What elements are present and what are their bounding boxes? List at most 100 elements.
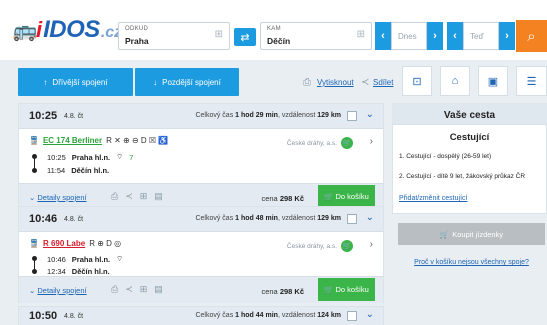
station-icon: ⌂: [451, 75, 459, 87]
map-pin-icon[interactable]: ⊞: [215, 29, 223, 40]
cart-icon: 🛒: [324, 285, 334, 294]
date-value: Dnes: [398, 31, 417, 41]
arrow-down-icon: ↓: [153, 77, 158, 87]
train-name-link[interactable]: EC 174 Berliner: [43, 136, 102, 145]
chevron-right-icon[interactable]: ›: [370, 136, 373, 147]
cart-icon: 🛒: [324, 192, 334, 201]
train-icon: 🚆: [29, 239, 39, 248]
arrow-up-icon: ↑: [43, 77, 48, 87]
train-line: 🚆 EC 174 Berliner R ✕ ⊕ ⊖ D ☒ ♿: [29, 136, 168, 145]
travelers-heading: Cestující: [449, 132, 490, 143]
chevron-left-icon: ‹: [381, 30, 385, 42]
share-icon[interactable]: ≺: [125, 284, 133, 295]
connection-card[interactable]: 10:46 4.8. čt Celkový čas 1 hod 48 min, …: [18, 206, 384, 303]
swap-button[interactable]: ⇄: [234, 28, 256, 46]
travelers-box: Cestující 1. Cestující - dospělý (26-59 …: [392, 124, 547, 214]
idos-logo[interactable]: 🚌 i IDOS .cz: [12, 15, 123, 45]
search-button[interactable]: ⌕: [516, 20, 547, 52]
dep-station: Praha hl.n.: [71, 152, 111, 162]
carrier-name: České dráhy, a.s.: [286, 139, 337, 147]
to-field[interactable]: KAM Děčín ⊞: [260, 22, 372, 50]
train-icon: 🚆: [29, 136, 39, 145]
share-link[interactable]: Sdílet: [373, 78, 393, 87]
dep-time: 10:46: [47, 254, 66, 264]
connection-header[interactable]: 10:25 4.8. čt Celkový čas 1 hod 29 min, …: [19, 104, 383, 129]
chevron-right-icon: ›: [433, 30, 437, 42]
compare-checkbox[interactable]: [347, 311, 357, 321]
cart-question-link[interactable]: Proč v košíku nejsou všechny spoje?: [398, 259, 545, 266]
wifi-icon: ⌔: [116, 152, 124, 161]
time-field[interactable]: Teď: [463, 22, 499, 50]
time-prev-button[interactable]: ‹: [447, 22, 463, 50]
connection-header[interactable]: 10:50 4.8. čt Celkový čas 1 hod 44 min, …: [19, 307, 383, 325]
timetable-button[interactable]: ⌂: [440, 66, 470, 96]
earlier-connections-button[interactable]: ↑ Dřívější spojení: [18, 68, 133, 96]
departure-stop: 10:46 Praha hl.n. ⌔: [47, 254, 123, 264]
ticket-icon[interactable]: ▤: [154, 191, 163, 202]
connection-date: 4.8. čt: [64, 313, 84, 320]
earlier-label: Dřívější spojení: [52, 77, 108, 87]
carrier: České dráhy, a.s. 🛒: [287, 240, 353, 252]
arrival-dot: [32, 168, 37, 173]
details-link[interactable]: ⌄ Detaily spojení: [29, 286, 87, 295]
departure-time: 10:46: [29, 213, 58, 225]
price: cena 298 Kč: [261, 194, 304, 203]
map-pin-icon[interactable]: ⊞: [357, 29, 365, 40]
chevron-down-icon[interactable]: ⌄: [366, 109, 374, 120]
to-label: KAM: [267, 26, 281, 32]
compare-checkbox[interactable]: [347, 214, 357, 224]
chevron-right-icon[interactable]: ›: [370, 239, 373, 250]
later-connections-button[interactable]: ↓ Pozdější spojení: [135, 68, 239, 96]
train-name-link[interactable]: R 690 Labe: [43, 239, 85, 248]
chevron-left-icon: ‹: [453, 30, 457, 42]
dep-time: 10:25: [47, 152, 66, 162]
toolbar: ↑ Dřívější spojení ↓ Pozdější spojení ⎙ …: [0, 60, 547, 100]
to-value[interactable]: Děčín: [267, 36, 290, 46]
buy-tickets-button[interactable]: 🛒 Koupit jízdenky: [398, 223, 545, 245]
add-to-cart-button[interactable]: 🛒 Do košíku: [318, 185, 375, 208]
arrival-stop: 12:34 Děčín hl.n.: [47, 267, 110, 276]
printer-icon[interactable]: ⎙: [111, 284, 118, 295]
price-button[interactable]: ▣: [478, 66, 508, 96]
from-label: ODKUD: [125, 26, 149, 32]
map-view-button[interactable]: ⊡: [402, 66, 432, 96]
menu-button[interactable]: ☰: [516, 66, 547, 96]
share-icon[interactable]: ≺: [125, 191, 133, 202]
chevron-right-icon: ›: [505, 30, 509, 42]
connection-card[interactable]: 10:50 4.8. čt Celkový čas 1 hod 44 min, …: [18, 306, 384, 325]
print-link[interactable]: Vytisknout: [317, 78, 354, 87]
edit-travelers-link[interactable]: Přidat/změnit cestující: [399, 195, 467, 202]
arr-station: Děčín hl.n.: [71, 166, 110, 175]
chevron-down-icon[interactable]: ⌄: [366, 309, 374, 320]
from-field[interactable]: ODKUD Praha ⊞: [118, 22, 230, 50]
printer-icon[interactable]: ⎙: [111, 191, 118, 202]
connection-date: 4.8. čt: [64, 113, 84, 120]
buy-label: Koupit jízdenky: [452, 229, 504, 239]
arrival-stop: 11:54 Děčín hl.n.: [47, 166, 109, 175]
connection-header[interactable]: 10:46 4.8. čt Celkový čas 1 hod 48 min, …: [19, 207, 383, 232]
cart-label: Do košíku: [335, 285, 369, 294]
traveler-1: 1. Cestující - dospělý (26-59 let): [399, 153, 492, 160]
date-field[interactable]: Dnes: [391, 22, 427, 50]
from-value[interactable]: Praha: [125, 36, 149, 46]
bus-logo-icon: 🚌: [12, 19, 38, 42]
add-to-cart-button[interactable]: 🛒 Do košíku: [318, 278, 375, 301]
printer-icon[interactable]: ⎙: [303, 77, 311, 88]
date-prev-button[interactable]: ‹: [375, 22, 391, 50]
connection-summary: Celkový čas 1 hod 29 min, vzdálenost 129…: [195, 112, 341, 119]
train-line: 🚆 R 690 Labe R ⊕ D ◎: [29, 239, 121, 248]
departure-time: 10:25: [29, 110, 58, 122]
chevron-down-icon[interactable]: ⌄: [366, 212, 374, 223]
time-next-button[interactable]: ›: [499, 22, 515, 50]
compare-checkbox[interactable]: [347, 111, 357, 121]
ticket-icon[interactable]: ▤: [154, 284, 163, 295]
connection-actions: ⎙ ≺ ⊞ ▤: [111, 284, 163, 295]
connection-date: 4.8. čt: [64, 216, 84, 223]
map-icon[interactable]: ⊞: [140, 191, 148, 202]
date-next-button[interactable]: ›: [427, 22, 443, 50]
details-link[interactable]: ⌄ Detaily spojení: [29, 193, 87, 202]
arr-station: Děčín hl.n.: [71, 267, 110, 276]
map-icon[interactable]: ⊞: [140, 284, 148, 295]
share-icon[interactable]: ≺: [361, 77, 369, 88]
connection-card[interactable]: 10:25 4.8. čt Celkový čas 1 hod 29 min, …: [18, 103, 384, 210]
